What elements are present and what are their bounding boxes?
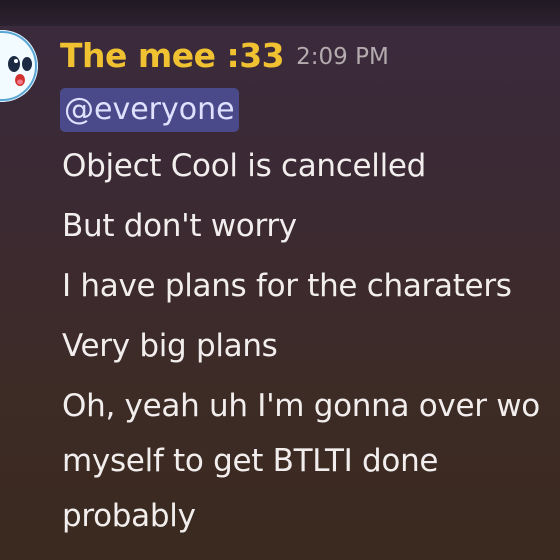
author-name[interactable]: The mee :33 — [60, 36, 285, 75]
message-line: I have plans for the charaters — [62, 268, 512, 304]
message-line: Oh, yeah uh I'm gonna over wo — [62, 388, 540, 424]
chat-message-view: The mee :33 2:09 PM @everyone Object Cool… — [0, 0, 560, 560]
everyone-mention[interactable]: @everyone — [60, 88, 239, 132]
message-timestamp: 2:09 PM — [296, 44, 389, 70]
message-line: myself to get BTLTI done — [62, 443, 439, 479]
user-avatar-icon[interactable] — [0, 30, 38, 102]
message-line: Very big plans — [62, 328, 278, 364]
message-line: Object Cool is cancelled — [62, 148, 427, 184]
message-line: probably — [62, 498, 196, 534]
message-line: But don't worry — [62, 208, 297, 244]
previous-message-area — [0, 0, 560, 26]
message-header: The mee :33 2:09 PM — [60, 36, 389, 75]
